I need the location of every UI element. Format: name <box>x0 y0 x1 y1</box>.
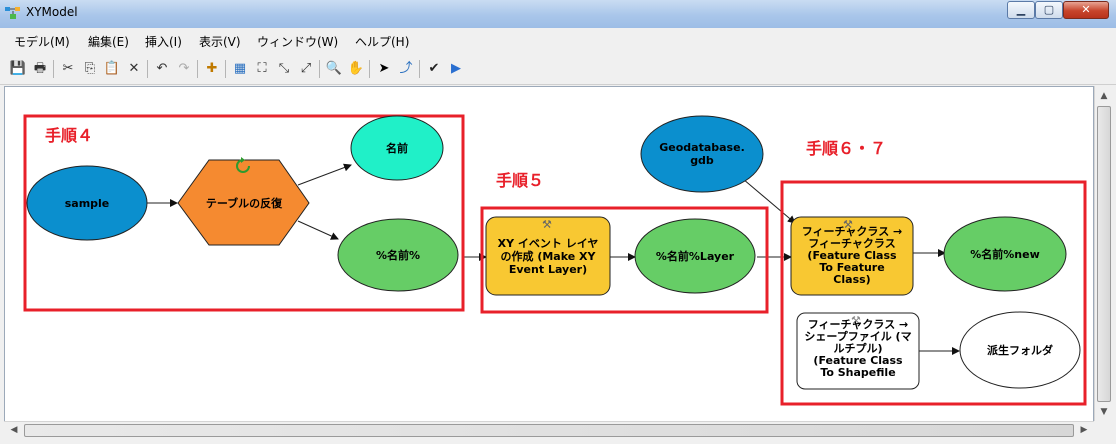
save-icon[interactable]: 💾 <box>9 60 27 78</box>
make-xy-event-layer-tool[interactable]: ⚒ XY イベント レイヤ の作成 (Make XY Event Layer) <box>485 216 611 296</box>
redo-icon[interactable]: ↷ <box>175 60 193 78</box>
toolbar: 💾 🖶 ✂ ⎘ 📋 ✕ ↶ ↷ ✚ ▦ ⛶ ⤡ ⤢ 🔍 ✋ ➤ ⤴ ✔ ▶ <box>0 54 1116 85</box>
vertical-scrollbar[interactable]: ▲ ▼ <box>1094 86 1113 422</box>
node-label-line: gdb <box>690 154 714 167</box>
undo-icon[interactable]: ↶ <box>153 60 171 78</box>
name-new-node[interactable]: %名前%new <box>943 216 1067 292</box>
fixed-zoom-out-icon[interactable]: ⤢ <box>297 60 315 78</box>
scroll-left-icon[interactable]: ◀ <box>6 422 22 438</box>
node-label-line: Class) <box>833 273 870 286</box>
name-layer-node[interactable]: %名前%Layer <box>634 218 756 294</box>
scroll-down-icon[interactable]: ▼ <box>1096 404 1112 420</box>
node-label: テーブルの反復 <box>206 196 283 210</box>
node-label: Event Layer) <box>509 263 587 276</box>
node-label: sample <box>65 197 110 210</box>
copy-icon[interactable]: ⎘ <box>81 60 99 78</box>
node-label-line: Event Layer) <box>509 263 587 276</box>
maximize-button[interactable]: ▢ <box>1035 1 1063 19</box>
print-icon[interactable]: 🖶 <box>31 60 49 78</box>
geodatabase-node[interactable]: Geodatabase. gdb <box>640 115 764 193</box>
menu-insert[interactable]: 挿入(I) <box>145 33 182 50</box>
node-label-line: To Shapefile <box>820 366 895 379</box>
add-data-icon[interactable]: ✚ <box>203 60 221 78</box>
node-label: %名前% <box>376 248 420 262</box>
tool-icon: ⚒ <box>542 218 552 231</box>
connector <box>297 220 339 240</box>
node-label-line: の作成 (Make XY <box>501 249 597 263</box>
node-label: 派生フォルダ <box>987 343 1053 357</box>
validate-icon[interactable]: ✔ <box>425 60 443 78</box>
minimize-button[interactable]: ▁ <box>1007 1 1035 19</box>
scroll-right-icon[interactable]: ▶ <box>1076 422 1092 438</box>
step5-label: 手順５ <box>496 171 544 190</box>
menu-view[interactable]: 表示(V) <box>199 33 241 50</box>
step4-label: 手順４ <box>45 126 93 145</box>
node-label: シェープファイル (マ <box>804 329 911 343</box>
toolbar-separator <box>369 60 370 78</box>
node-label-line: XY イベント レイヤ <box>498 237 599 250</box>
menu-model[interactable]: モデル(M) <box>14 33 70 50</box>
scroll-up-icon[interactable]: ▲ <box>1096 88 1112 104</box>
step67-label: 手順６・７ <box>806 139 886 158</box>
paste-icon[interactable]: 📋 <box>103 60 121 78</box>
cut-icon[interactable]: ✂ <box>59 60 77 78</box>
node-label: 名前 <box>386 141 408 155</box>
pan-icon[interactable]: ✋ <box>347 60 365 78</box>
zoom-in-icon[interactable]: 🔍 <box>325 60 343 78</box>
toolbar-separator <box>197 60 198 78</box>
run-icon[interactable]: ▶ <box>447 60 465 78</box>
select-icon[interactable]: ➤ <box>375 60 393 78</box>
model-canvas[interactable]: 手順４ 手順５ 手順６・７ sample テーブルの反復 名前 %名前% ⚒ X… <box>4 86 1094 422</box>
node-label-line: シェープファイル (マ <box>804 329 911 343</box>
vertical-scroll-thumb[interactable] <box>1097 106 1111 402</box>
fixed-zoom-in-icon[interactable]: ⤡ <box>275 60 293 78</box>
toolbar-separator <box>419 60 420 78</box>
node-label: %名前%Layer <box>656 249 735 263</box>
name-variable-node[interactable]: %名前% <box>337 218 459 292</box>
toolbar-separator <box>53 60 54 78</box>
node-label: To Shapefile <box>820 366 895 379</box>
node-label-line: Geodatabase. <box>659 141 745 154</box>
menu-window[interactable]: ウィンドウ(W) <box>257 33 338 50</box>
toolbar-separator <box>147 60 148 78</box>
feature-class-to-feature-class-tool[interactable]: ⚒ フィーチャクラス → フィーチャクラス (Feature Class To … <box>790 216 914 296</box>
window-title: XYModel <box>26 5 78 19</box>
node-label: Geodatabase. <box>659 141 745 154</box>
menu-bar: モデル(M) 編集(E) 挿入(I) 表示(V) ウィンドウ(W) ヘルプ(H) <box>0 28 1116 54</box>
horizontal-scrollbar[interactable]: ◀ ▶ <box>4 421 1094 439</box>
node-label: %名前%new <box>970 247 1040 261</box>
menu-edit[interactable]: 編集(E) <box>88 33 129 50</box>
full-extent-icon[interactable]: ⛶ <box>253 60 271 78</box>
menu-help[interactable]: ヘルプ(H) <box>355 33 409 50</box>
toolbar-separator <box>319 60 320 78</box>
connector <box>297 163 352 186</box>
node-label-line: ルチプル) <box>833 341 882 355</box>
model-diagram: 手順４ 手順５ 手順６・７ sample テーブルの反復 名前 %名前% ⚒ X… <box>23 114 1087 406</box>
name-node[interactable]: 名前 <box>350 115 444 181</box>
iterator-node[interactable]: テーブルの反復 <box>177 157 310 246</box>
title-bar[interactable]: XYModel ▁ ▢ ✕ <box>0 0 1116 28</box>
delete-icon[interactable]: ✕ <box>125 60 143 78</box>
node-label: gdb <box>690 154 714 167</box>
toolbar-separator <box>225 60 226 78</box>
close-button[interactable]: ✕ <box>1063 1 1109 19</box>
feature-class-to-shapefile-tool[interactable]: ⚒ フィーチャクラス → シェープファイル (マ ルチプル) (Feature … <box>796 312 920 390</box>
model-icon <box>5 7 20 19</box>
output-folder-node[interactable]: 派生フォルダ <box>959 311 1081 389</box>
connect-icon[interactable]: ⤴ <box>397 60 415 78</box>
connector <box>742 178 796 224</box>
scrollbar-corner <box>1094 421 1112 438</box>
sample-node[interactable]: sample <box>26 165 148 241</box>
app-window: XYModel ▁ ▢ ✕ モデル(M) 編集(E) 挿入(I) 表示(V) ウ… <box>0 0 1116 444</box>
node-label: XY イベント レイヤ <box>498 237 599 250</box>
node-label: の作成 (Make XY <box>501 249 597 263</box>
auto-layout-icon[interactable]: ▦ <box>231 60 249 78</box>
node-label: ルチプル) <box>833 341 882 355</box>
horizontal-scroll-thumb[interactable] <box>24 424 1074 437</box>
node-label: Class) <box>833 273 870 286</box>
